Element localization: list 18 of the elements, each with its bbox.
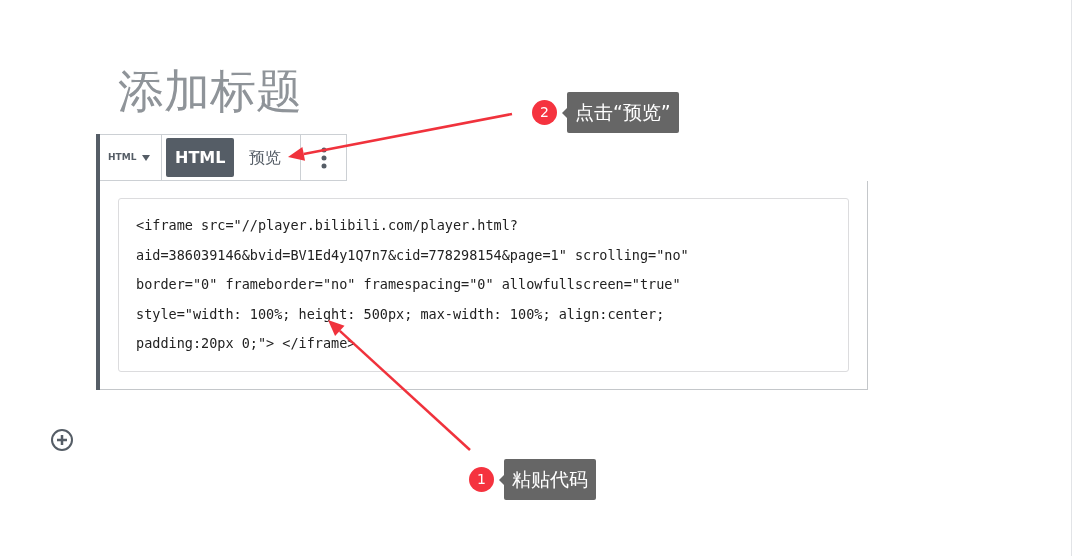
code-line: border="0" frameborder="no" framespacing="0" allowfullscreen="true" [136, 275, 681, 294]
mode-tab[interactable]: HTML [166, 138, 235, 177]
add-block-icon[interactable] [50, 428, 74, 452]
caret-icon [142, 154, 151, 161]
code-line: style="width: 100%; height: 500px; max-width: 100%; align:center; [136, 304, 665, 324]
callout-pointer [499, 474, 504, 485]
step-number-badge: 1 [469, 467, 494, 492]
callout-label: 粘贴代码 [504, 459, 596, 500]
code-line: aid=386039146&bvid=BV1Ed4y1Q7n7&cid=778298154&page=1" scrolling="no" [136, 245, 689, 265]
code-editor[interactable] [118, 198, 849, 372]
callout-pointer [562, 107, 567, 118]
step-number-badge: 2 [532, 100, 557, 125]
callout-label: 点击“预览” [567, 92, 679, 133]
block-type-dropdown[interactable]: HTML [100, 135, 162, 180]
code-line: <iframe src="//player.bilibili.com/player.html? [136, 216, 518, 235]
code-line: padding:20px 0;"> </iframe> [136, 334, 356, 353]
mode-tab[interactable]: 预览 [234, 138, 297, 177]
more-icon [320, 146, 327, 169]
